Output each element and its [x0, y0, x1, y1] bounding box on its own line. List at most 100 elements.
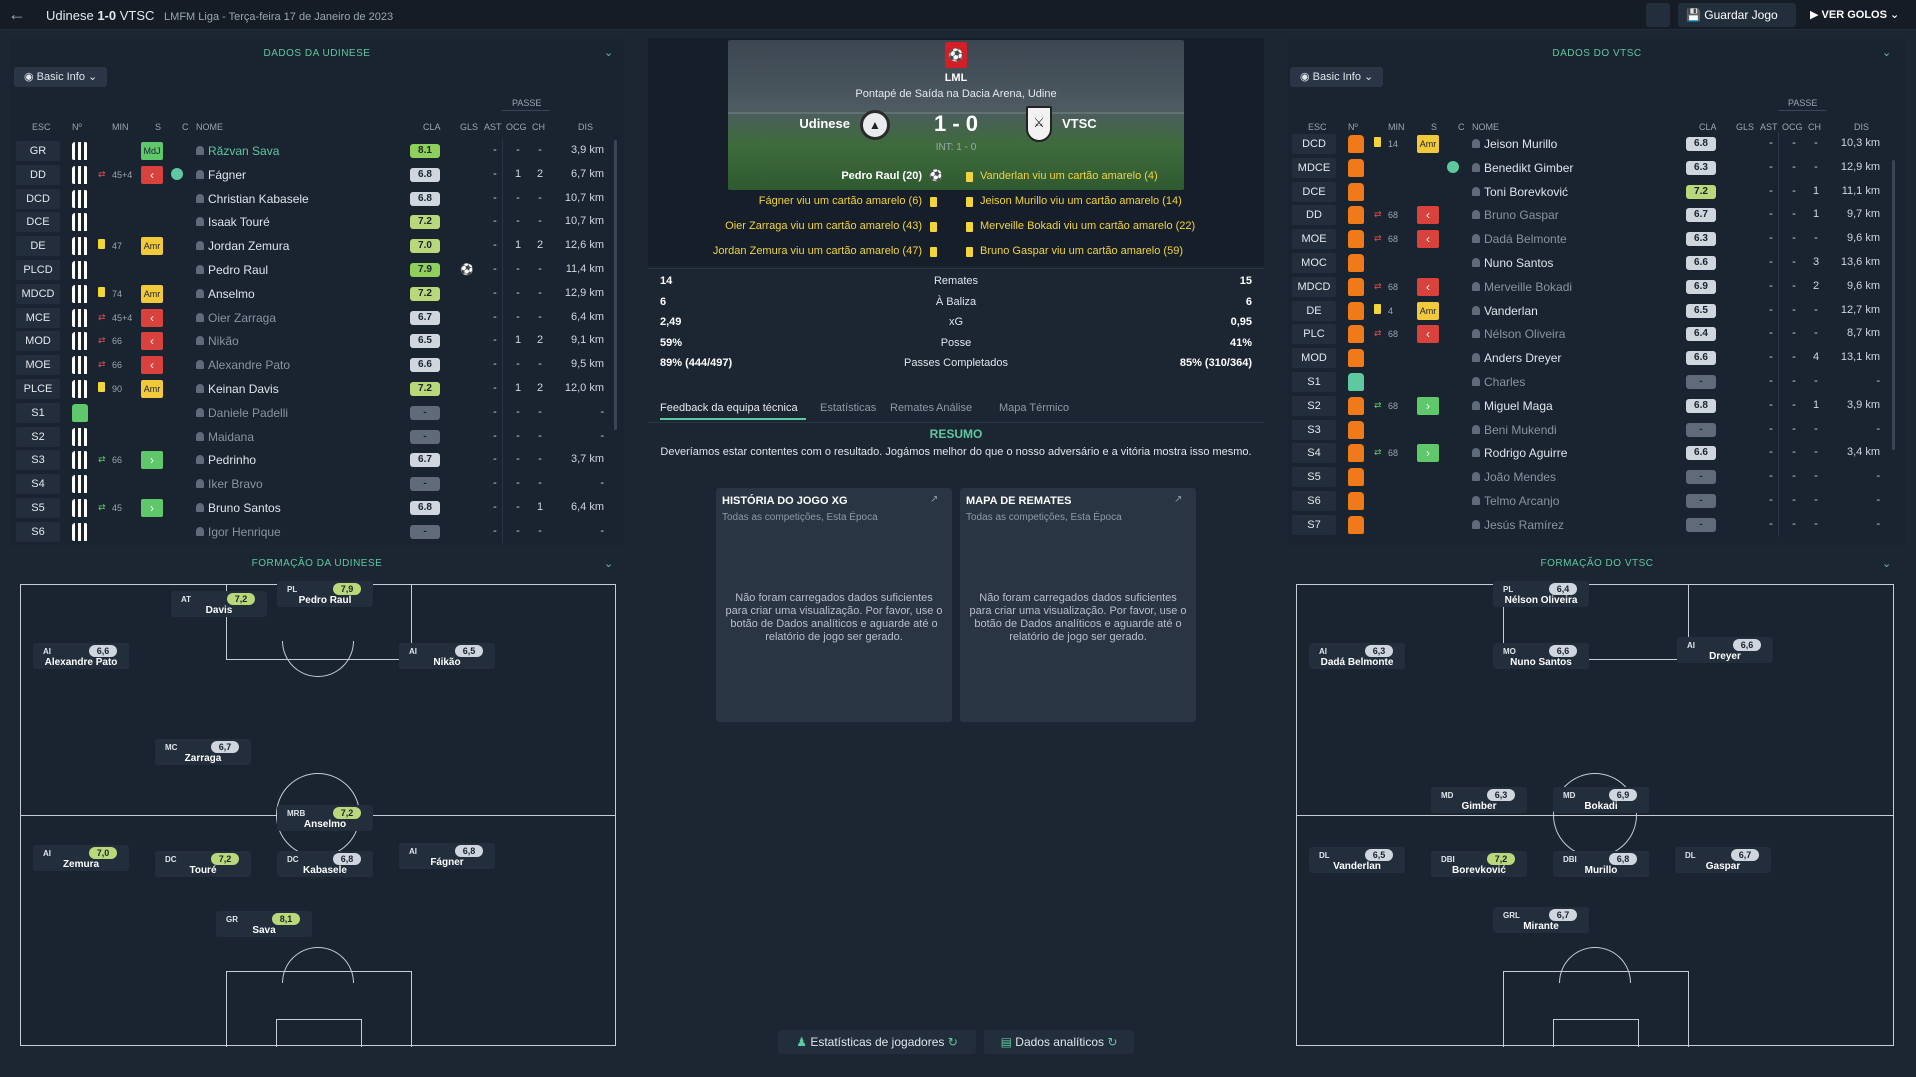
formation-player[interactable]: DC 6,8 Kabasele: [277, 851, 373, 877]
home-player-row[interactable]: S1 Daniele Padelli - - - - -: [14, 400, 614, 425]
back-arrow-icon[interactable]: ←: [8, 4, 26, 25]
player-name[interactable]: Miguel Maga: [1484, 399, 1553, 413]
chevron-down-icon[interactable]: ⌄: [1882, 557, 1891, 570]
player-name[interactable]: Vanderlan: [1484, 304, 1538, 318]
home-player-row[interactable]: PLCE 90 Amr Keinan Davis 7.2 - 1 2 12,0 km: [14, 377, 614, 401]
formation-player[interactable]: MD 6,9 Bokadi: [1553, 787, 1649, 813]
home-player-row[interactable]: DE 47 Amr Jordan Zemura 7.0 - 1 2 12,6 km: [14, 234, 614, 259]
player-name[interactable]: Nuno Santos: [1484, 256, 1553, 270]
tab-0[interactable]: Feedback da equipa técnica: [660, 402, 798, 414]
player-name[interactable]: Oier Zarraga: [208, 311, 276, 325]
away-player-row[interactable]: MOC Nuno Santos 6.6 - - 3 13,6 km: [1290, 251, 1890, 275]
player-name[interactable]: Anselmo: [208, 287, 255, 301]
away-player-row[interactable]: DD ⇄ 68 ‹ Bruno Gaspar 6.7 - - 1 9,7 km: [1290, 203, 1890, 228]
view-goals-button[interactable]: ▶ VER GOLOS ⌄: [1802, 3, 1912, 27]
player-name[interactable]: Nikão: [208, 334, 239, 348]
away-player-row[interactable]: S3 Beni Mukendi - - - - -: [1290, 417, 1890, 442]
player-name[interactable]: Keinan Davis: [208, 382, 279, 396]
formation-player[interactable]: AI 6,6 Alexandre Pato: [33, 643, 129, 669]
player-name[interactable]: Iker Bravo: [208, 477, 263, 491]
away-player-row[interactable]: S2 ⇄ 68 › Miguel Maga 6.8 - - 1 3,9 km: [1290, 393, 1890, 418]
player-name[interactable]: Pedro Raul: [208, 263, 268, 277]
formation-player[interactable]: DL 6,7 Gaspar: [1675, 847, 1771, 873]
chevron-down-icon[interactable]: ⌄: [1882, 46, 1891, 59]
away-player-row[interactable]: DCD 14 Amr Jeison Murillo 6.8 - - - 10,3 km: [1290, 132, 1890, 156]
formation-player[interactable]: AT 7,2 Davis: [171, 591, 267, 617]
player-name[interactable]: Nélson Oliveira: [1484, 327, 1565, 341]
formation-player[interactable]: GR 8,1 Sava: [216, 911, 312, 937]
home-player-row[interactable]: S6 Igor Henrique - - - - -: [14, 519, 614, 544]
formation-player[interactable]: GRL 6,7 Mirante: [1493, 907, 1589, 933]
player-name[interactable]: Răzvan Sava: [208, 144, 279, 158]
tab-4[interactable]: Mapa Térmico: [999, 402, 1069, 414]
player-name[interactable]: Jeison Murillo: [1484, 137, 1557, 151]
tab-3[interactable]: Análise: [936, 402, 972, 414]
home-player-row[interactable]: PLCD Pedro Raul 7.9 ⚽ - - - 11,4 km: [14, 258, 614, 282]
home-player-row[interactable]: S5 ⇄ 45 › Bruno Santos 6.8 - - 1 6,4 km: [14, 496, 614, 520]
home-player-row[interactable]: DCE Isaak Touré 7.2 - - - 10,7 km: [14, 210, 614, 235]
away-scrollbar[interactable]: [1892, 160, 1895, 450]
away-player-row[interactable]: MOD Anders Dreyer 6.6 - - 4 13,1 km: [1290, 346, 1890, 371]
home-player-row[interactable]: S3 ⇄ 66 › Pedrinho 6.7 - - - 3,7 km: [14, 448, 614, 473]
formation-player[interactable]: AI 7,0 Zemura: [33, 845, 129, 871]
tab-1[interactable]: Estatísticas: [820, 402, 876, 414]
home-player-row[interactable]: MOE ⇄ 66 ‹ Alexandre Pato 6.6 - - - 9,5 km: [14, 353, 614, 378]
player-name[interactable]: Isaak Touré: [208, 215, 270, 229]
tab-2[interactable]: Remates: [890, 402, 934, 414]
home-player-row[interactable]: MDCD 74 Amr Anselmo 7.2 - - - 12,9 km: [14, 281, 614, 306]
formation-player[interactable]: MD 6,3 Gimber: [1431, 787, 1527, 813]
expand-icon[interactable]: ↗: [930, 494, 938, 505]
formation-player[interactable]: DC 7,2 Touré: [155, 851, 251, 877]
formation-player[interactable]: DL 6,5 Vanderlan: [1309, 847, 1405, 873]
player-name[interactable]: Bruno Gaspar: [1484, 208, 1559, 222]
formation-player[interactable]: AI 6,3 Dadá Belmonte: [1309, 643, 1405, 669]
player-name[interactable]: Bruno Santos: [208, 501, 281, 515]
player-name[interactable]: Dadá Belmonte: [1484, 232, 1567, 246]
formation-player[interactable]: DBI 6,8 Murillo: [1553, 851, 1649, 877]
chevron-down-icon[interactable]: ⌄: [604, 557, 613, 570]
formation-player[interactable]: AI 6,5 Nikão: [399, 643, 495, 669]
away-player-row[interactable]: MDCE Benedikt Gimber 6.3 - - - 12,9 km: [1290, 155, 1890, 180]
away-player-row[interactable]: S5 João Mendes - - - - -: [1290, 465, 1890, 490]
expand-icon[interactable]: ↗: [1174, 494, 1182, 505]
player-name[interactable]: Rodrigo Aguirre: [1484, 446, 1567, 460]
home-player-row[interactable]: MOD ⇄ 66 ‹ Nikão 6.5 - 1 2 9,1 km: [14, 329, 614, 354]
formation-player[interactable]: MC 6,7 Zarraga: [155, 739, 251, 765]
away-basic-info-dropdown[interactable]: ◉ Basic Info ⌄: [1290, 67, 1384, 87]
home-player-row[interactable]: S4 Iker Bravo - - - - -: [14, 472, 614, 497]
player-name[interactable]: Charles: [1484, 375, 1525, 389]
away-player-row[interactable]: S6 Telmo Arcanjo - - - - -: [1290, 489, 1890, 513]
player-name[interactable]: Pedrinho: [208, 453, 256, 467]
formation-player[interactable]: PL 6,4 Nélson Oliveira: [1493, 581, 1589, 607]
away-player-row[interactable]: S1 Charles - - - - -: [1290, 370, 1890, 394]
away-player-row[interactable]: MOE ⇄ 68 ‹ Dadá Belmonte 6.3 - - - 9,6 km: [1290, 227, 1890, 252]
player-name[interactable]: Beni Mukendi: [1484, 423, 1557, 437]
home-player-row[interactable]: DD ⇄ 45+4 ‹ Fágner 6.8 - 1 2 6,7 km: [14, 162, 614, 187]
formation-player[interactable]: AI 6,8 Fágner: [399, 843, 495, 869]
home-basic-info-dropdown[interactable]: ◉ Basic Info ⌄: [14, 67, 108, 87]
analytics-button[interactable]: ▤ Dados analíticos ↻: [984, 1030, 1134, 1054]
home-player-row[interactable]: GR MdJ Răzvan Sava 8.1 - - - 3,9 km: [14, 139, 614, 163]
player-name[interactable]: Jesús Ramírez: [1484, 518, 1564, 532]
player-name[interactable]: Toni Borevković: [1484, 185, 1568, 199]
formation-player[interactable]: DBI 7,2 Borevković: [1431, 851, 1527, 877]
formation-player[interactable]: AI 6,6 Dreyer: [1677, 637, 1773, 663]
away-player-row[interactable]: MDCD ⇄ 68 ‹ Merveille Bokadi 6.9 - - 2 9,6 km: [1290, 274, 1890, 299]
player-name[interactable]: Daniele Padelli: [208, 406, 288, 420]
player-name[interactable]: Telmo Arcanjo: [1484, 494, 1559, 508]
save-game-button[interactable]: 💾 Guardar Jogo: [1678, 3, 1796, 27]
home-player-row[interactable]: MCE ⇄ 45+4 ‹ Oier Zarraga 6.7 - - - 6,4 km: [14, 305, 614, 330]
player-stats-button[interactable]: ♟ Estatísticas de jogadores ↻: [778, 1030, 976, 1054]
away-player-row[interactable]: DE 4 Amr Vanderlan 6.5 - - - 12,7 km: [1290, 298, 1890, 323]
home-team-name[interactable]: Udinese: [780, 116, 850, 131]
player-name[interactable]: Anders Dreyer: [1484, 351, 1561, 365]
player-name[interactable]: Benedikt Gimber: [1484, 161, 1573, 175]
away-player-row[interactable]: DCE Toni Borevković 7.2 - - 1 11,1 km: [1290, 179, 1890, 204]
formation-player[interactable]: MRB 7,2 Anselmo: [277, 805, 373, 831]
player-name[interactable]: Maidana: [208, 430, 254, 444]
player-name[interactable]: Jordan Zemura: [208, 239, 289, 253]
away-player-row[interactable]: PLC ⇄ 68 ‹ Nélson Oliveira 6.4 - - - 8,7 km: [1290, 322, 1890, 347]
away-player-row[interactable]: S4 ⇄ 68 › Rodrigo Aguirre 6.6 - - - 3,4 km: [1290, 441, 1890, 466]
home-player-row[interactable]: S2 Maidana - - - - -: [14, 424, 614, 449]
player-name[interactable]: Merveille Bokadi: [1484, 280, 1572, 294]
